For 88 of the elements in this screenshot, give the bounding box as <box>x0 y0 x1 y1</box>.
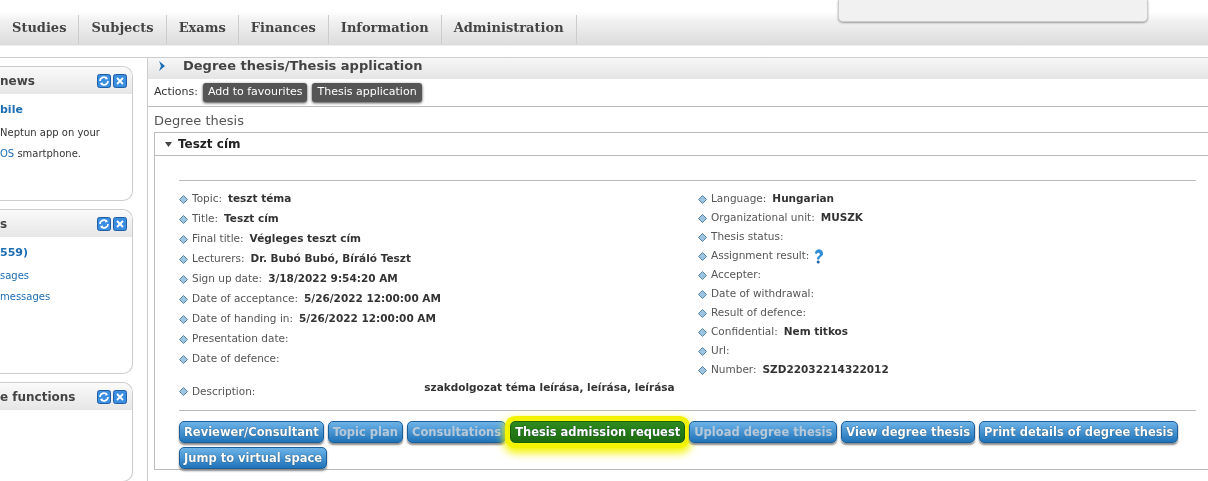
field-value: MUSZK <box>820 210 863 226</box>
thesis-title: Teszt cím <box>178 136 241 153</box>
bullet-icon <box>698 251 707 261</box>
actions-label: Actions: <box>154 84 198 100</box>
field-value: 3/18/2022 9:54:20 AM <box>268 271 398 287</box>
close-icon[interactable] <box>113 73 127 88</box>
action-button[interactable]: Print details of degree thesis <box>979 420 1179 443</box>
expanded-triangle-icon[interactable] <box>165 140 172 148</box>
menu-tab[interactable]: Studies <box>0 15 80 44</box>
bullet-icon <box>698 213 707 223</box>
field-label: Language: <box>711 191 767 207</box>
action-button[interactable]: Thesis application <box>312 83 422 102</box>
close-icon[interactable] <box>113 216 127 231</box>
field-value: Teszt cím <box>224 211 279 227</box>
bullet-icon <box>179 334 188 344</box>
bullet-icon <box>179 194 188 204</box>
field-value: Nem titkos <box>783 324 849 340</box>
bullet-icon <box>179 294 188 304</box>
field-label: Date of withdrawal: <box>711 286 815 302</box>
bullet-icon <box>698 194 707 204</box>
app-link[interactable]: OS <box>0 147 15 159</box>
help-icon[interactable] <box>813 248 826 264</box>
refresh-icon[interactable] <box>97 389 111 404</box>
page-title: Degree thesis/Thesis application <box>183 57 423 76</box>
bullet-icon <box>179 314 188 324</box>
panel-title: news <box>0 72 35 90</box>
menu-tab[interactable]: Information <box>328 15 442 44</box>
description-text: szakdolgozat téma leírása, leírása, leírása <box>424 380 675 395</box>
field-label: Topic: <box>192 191 222 207</box>
panel-text: smartphone. <box>16 147 81 159</box>
field-label: Url: <box>711 343 730 359</box>
panel-title: e functions <box>0 388 76 406</box>
field-label: Date of defence: <box>192 351 280 367</box>
panel-link[interactable]: 559) <box>0 245 132 262</box>
action-button[interactable]: Reviewer/Consultant <box>179 420 324 443</box>
field-label: Thesis status: <box>711 229 784 245</box>
field-label: Organizational unit: <box>711 210 815 226</box>
bullet-icon <box>179 387 188 397</box>
field-label: Result of defence: <box>711 305 806 321</box>
message-link[interactable]: sages <box>0 267 132 283</box>
field-label: Confidential: <box>711 324 778 340</box>
bullet-icon <box>179 274 188 284</box>
menu-tab[interactable]: Administration <box>441 15 577 44</box>
bullet-icon <box>179 214 188 224</box>
panel-text: Neptun app on your <box>0 125 101 140</box>
bullet-icon <box>179 234 188 244</box>
field-label: Date of handing in: <box>192 311 293 327</box>
field-label: Number: <box>711 362 757 378</box>
field-value: Dr. Bubó Bubó, Bíráló Teszt <box>250 251 411 267</box>
field-label: Accepter: <box>711 267 761 283</box>
menu-tab[interactable]: Exams <box>166 15 239 44</box>
field-value: SZD22032214322012 <box>762 362 889 378</box>
field-value: 5/26/2022 12:00:00 AM <box>299 311 436 327</box>
chevron-icon <box>158 60 167 72</box>
bullet-icon <box>698 365 707 375</box>
close-icon[interactable] <box>113 389 127 404</box>
field-value: teszt téma <box>227 191 292 207</box>
field-value: Hungarian <box>772 191 835 207</box>
field-label: Presentation date: <box>192 331 289 347</box>
message-link[interactable]: messages <box>0 288 132 304</box>
bullet-icon <box>179 354 188 364</box>
bullet-icon <box>179 254 188 264</box>
bullet-icon <box>698 327 707 337</box>
panel-title: s <box>0 215 8 233</box>
field-label: Final title: <box>192 231 244 247</box>
field-value: 5/26/2022 12:00:00 AM <box>304 291 441 307</box>
bullet-icon <box>698 270 707 280</box>
field-label: Title: <box>192 211 219 227</box>
field-label: Sign up date: <box>192 271 263 287</box>
field-label: Date of acceptance: <box>192 291 298 307</box>
menu-tab[interactable]: Subjects <box>79 15 167 44</box>
action-button[interactable]: Add to favourites <box>202 83 308 102</box>
field-value: Végleges teszt cím <box>249 231 361 247</box>
refresh-icon[interactable] <box>97 216 111 231</box>
bullet-icon <box>698 289 707 299</box>
action-button[interactable]: View degree thesis <box>841 420 976 443</box>
refresh-icon[interactable] <box>97 73 111 88</box>
menu-tab[interactable]: Finances <box>238 15 329 44</box>
bullet-icon <box>698 232 707 242</box>
panel-link[interactable]: bile <box>0 102 132 119</box>
field-label: Description: <box>192 384 256 399</box>
field-label: Assignment result: <box>711 248 810 264</box>
section-title: Degree thesis <box>153 111 245 130</box>
field-label: Lecturers: <box>192 251 245 267</box>
action-button[interactable]: Jump to virtual space <box>179 446 328 469</box>
search-field[interactable] <box>838 0 1148 22</box>
bullet-icon <box>698 308 707 318</box>
bullet-icon <box>698 346 707 356</box>
